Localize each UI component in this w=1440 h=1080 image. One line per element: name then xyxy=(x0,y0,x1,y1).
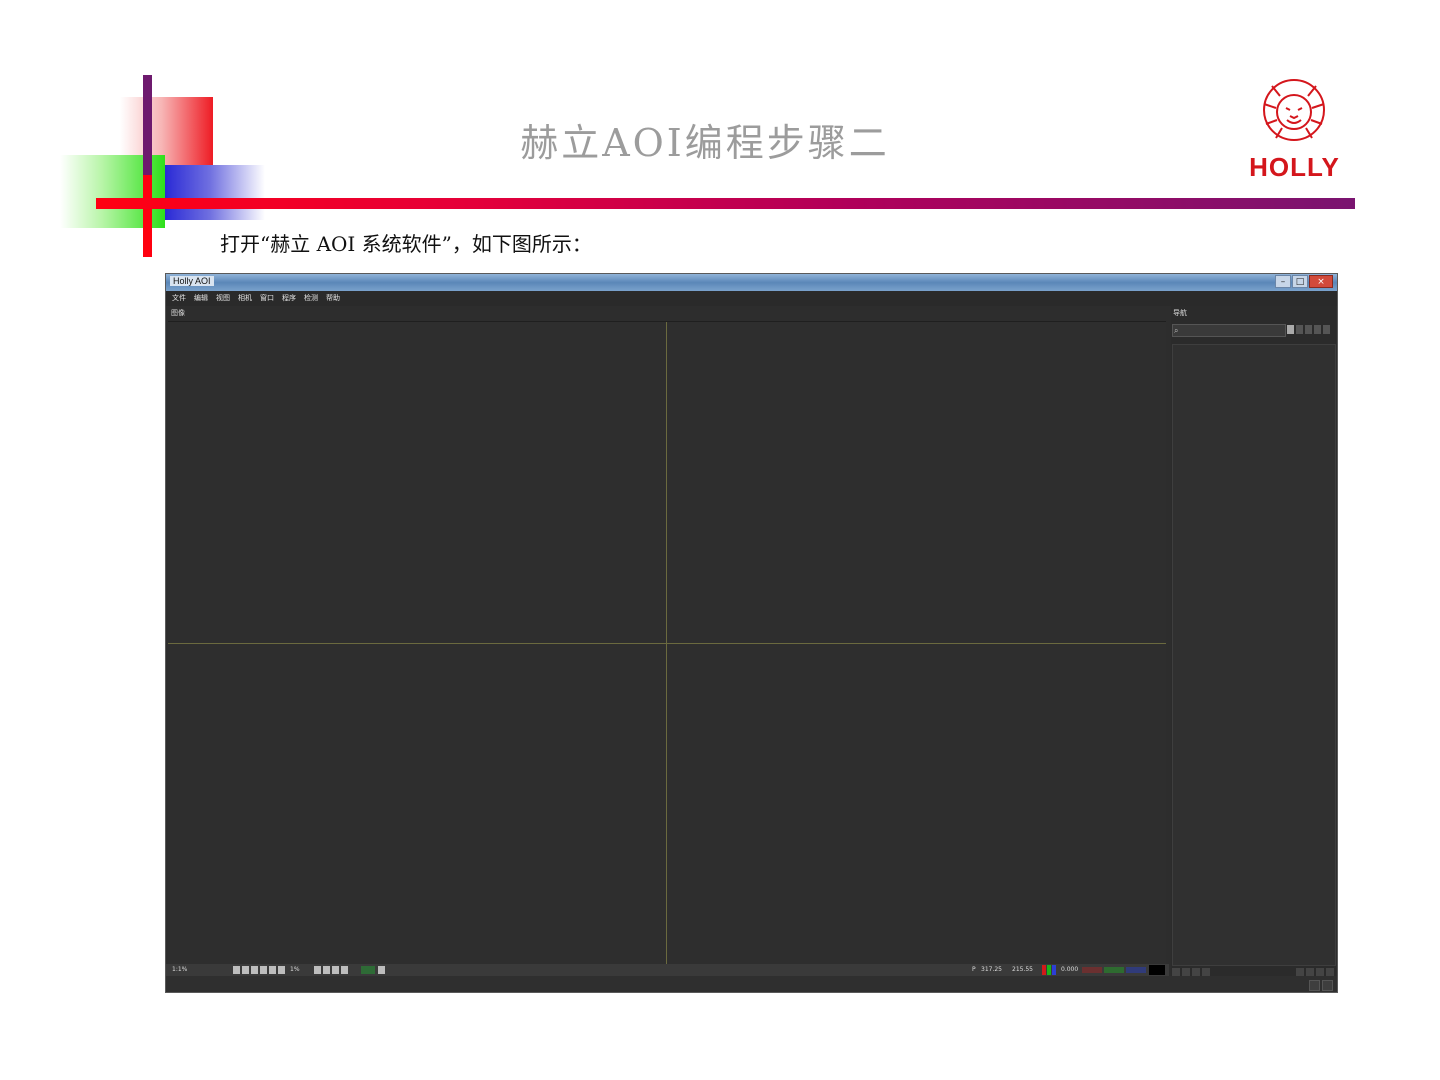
panel-toolbar xyxy=(1287,325,1330,334)
logo-text: HOLLY xyxy=(1249,152,1340,182)
holly-logo: HOLLY xyxy=(1232,72,1357,184)
first-page-icon[interactable] xyxy=(233,966,240,974)
camera-toggle-icon[interactable] xyxy=(361,966,375,974)
bottom-button-icon[interactable] xyxy=(1309,980,1320,991)
panel-footer-icon[interactable] xyxy=(1172,968,1180,976)
coord-y: 215.55 xyxy=(1012,966,1033,973)
play-icon[interactable] xyxy=(260,966,267,974)
panel-title: 导航 xyxy=(1173,309,1187,317)
window-titlebar[interactable]: Holly AOI – □ × xyxy=(166,274,1337,291)
panel-option-icon[interactable] xyxy=(1323,325,1330,334)
panel-footer-icon[interactable] xyxy=(1326,968,1334,976)
menu-help[interactable]: 帮助 xyxy=(324,291,342,306)
decor-vertical-bar-lower xyxy=(143,175,152,257)
aoi-app-window: Holly AOI – □ × 文件 编辑 视图 相机 窗口 程序 检测 帮助 … xyxy=(165,273,1338,993)
crosshair-horizontal xyxy=(168,643,1166,644)
bottom-bar xyxy=(166,976,1337,992)
window-title: Holly AOI xyxy=(170,276,214,286)
lion-icon xyxy=(1263,79,1325,141)
panel-footer-icon[interactable] xyxy=(1192,968,1200,976)
next-page-icon[interactable] xyxy=(269,966,276,974)
tool-icon[interactable] xyxy=(378,966,385,974)
panel-footer-icon[interactable] xyxy=(1296,968,1304,976)
window-controls: – □ × xyxy=(1275,275,1333,288)
slide-title: 赫立AOI编程步骤二 xyxy=(520,121,890,165)
color-green-swatch xyxy=(1047,965,1051,975)
menu-camera[interactable]: 相机 xyxy=(236,291,254,306)
menu-file[interactable]: 文件 xyxy=(170,291,188,306)
menu-edit[interactable]: 编辑 xyxy=(192,291,210,306)
status-page: 1% xyxy=(290,966,300,973)
menu-window[interactable]: 窗口 xyxy=(258,291,276,306)
last-page-icon[interactable] xyxy=(278,966,285,974)
navigation-panel: 导航 ⌕ xyxy=(1171,306,1336,992)
menu-bar: 文件 编辑 视图 相机 窗口 程序 检测 帮助 xyxy=(166,291,1337,306)
panel-footer-icon[interactable] xyxy=(1182,968,1190,976)
slide-caption: 打开“赫立 AOI 系统软件”，如下图所示： xyxy=(220,232,592,256)
decor-blue-square xyxy=(165,165,265,220)
color-blue-swatch xyxy=(1052,965,1056,975)
coord-label: P xyxy=(972,966,976,973)
menu-inspect[interactable]: 检测 xyxy=(302,291,320,306)
rgb-value: 0.000 xyxy=(1061,966,1079,973)
color-preview-swatch xyxy=(1149,965,1165,975)
bottom-button-icon[interactable] xyxy=(1322,980,1333,991)
maximize-icon[interactable]: □ xyxy=(1292,275,1308,288)
search-icon: ⌕ xyxy=(1174,326,1179,335)
decor-horizontal-bar xyxy=(96,198,1355,209)
panel-tree[interactable] xyxy=(1172,344,1336,966)
panel-option-icon[interactable] xyxy=(1314,325,1321,334)
color-red-swatch xyxy=(1042,965,1046,975)
panel-footer-icon[interactable] xyxy=(1306,968,1314,976)
panel-option-icon[interactable] xyxy=(1305,325,1312,334)
panel-footer-icon[interactable] xyxy=(1202,968,1210,976)
panel-footer-icon[interactable] xyxy=(1316,968,1324,976)
play-back-icon[interactable] xyxy=(251,966,258,974)
image-viewport[interactable] xyxy=(168,321,1166,965)
green-channel-field xyxy=(1104,967,1124,973)
coord-x: 317.25 xyxy=(981,966,1002,973)
menu-program[interactable]: 程序 xyxy=(280,291,298,306)
panel-option-icon[interactable] xyxy=(1296,325,1303,334)
blue-channel-field xyxy=(1126,967,1146,973)
status-zoom: 1:1% xyxy=(172,966,188,973)
status-bar: 1:1% 1% P 317.25 215.55 0.000 xyxy=(166,964,1169,976)
close-icon[interactable]: × xyxy=(1309,275,1333,288)
menu-view[interactable]: 视图 xyxy=(214,291,232,306)
tool-icon[interactable] xyxy=(314,966,321,974)
panel-search-input[interactable]: ⌕ xyxy=(1172,324,1286,337)
image-tab-label[interactable]: 图像 xyxy=(171,308,185,318)
tool-icon[interactable] xyxy=(323,966,330,974)
red-channel-field xyxy=(1082,967,1102,973)
tool-icon[interactable] xyxy=(332,966,339,974)
prev-page-icon[interactable] xyxy=(242,966,249,974)
panel-filter-icon[interactable] xyxy=(1287,325,1294,334)
minimize-icon[interactable]: – xyxy=(1275,275,1291,288)
tool-icon[interactable] xyxy=(341,966,348,974)
